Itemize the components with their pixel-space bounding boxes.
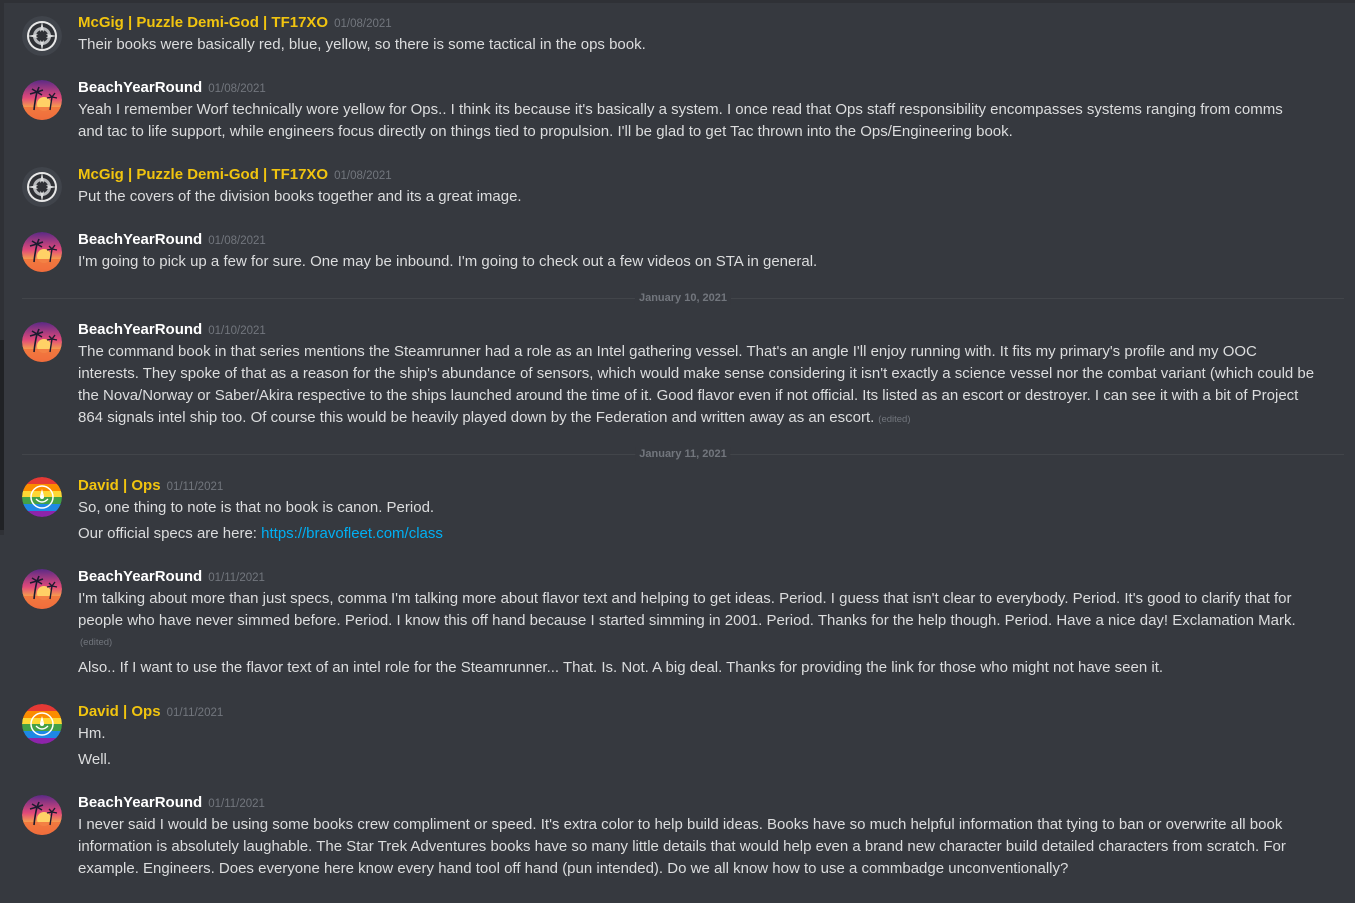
- scrollbar-track[interactable]: [0, 0, 4, 535]
- edited-line: (edited): [78, 634, 1328, 650]
- chat-messages-pane[interactable]: McGig | Puzzle Demi-God | TF17XO 01/08/20…: [0, 0, 1355, 903]
- message-text: Hm.: [78, 725, 106, 742]
- username[interactable]: BeachYearRound: [78, 568, 202, 585]
- username[interactable]: McGig | Puzzle Demi-God | TF17XO: [78, 166, 328, 183]
- edited-marker: (edited): [80, 637, 113, 648]
- message-text: Their books were basically red, blue, ye…: [78, 36, 646, 53]
- timestamp[interactable]: 01/11/2021: [167, 707, 224, 719]
- date-divider-label: January 10, 2021: [634, 291, 732, 305]
- message-header: BeachYearRound 01/08/2021: [78, 229, 266, 251]
- message-text-with-link: Our official specs are here: https://bra…: [78, 523, 1328, 545]
- message-text: and tac to life support, while engineers…: [78, 123, 1013, 140]
- sunset-palm-avatar[interactable]: [22, 80, 62, 120]
- message-header: BeachYearRound 01/10/2021: [78, 319, 266, 341]
- timestamp[interactable]: 01/11/2021: [208, 572, 265, 584]
- timestamp[interactable]: 01/08/2021: [334, 170, 392, 182]
- message-text: example. Engineers. Does everyone here k…: [78, 860, 1069, 877]
- message-text: Well.: [78, 751, 112, 768]
- sunset-palm-avatar[interactable]: [22, 569, 62, 609]
- message-text: interests. They spoke of that as a reaso…: [78, 365, 1315, 382]
- username[interactable]: BeachYearRound: [78, 231, 202, 248]
- compass-avatar[interactable]: [22, 16, 62, 56]
- message-header: David | Ops 01/11/2021: [78, 475, 223, 497]
- compass-avatar[interactable]: [22, 167, 62, 207]
- message-text: people who have never simmed before. Per…: [78, 612, 1296, 629]
- specs-link[interactable]: https://bravofleet.com/class: [261, 525, 443, 542]
- message-header: McGig | Puzzle Demi-God | TF17XO 01/08/20…: [78, 164, 392, 186]
- username[interactable]: David | Ops: [78, 703, 161, 720]
- timestamp[interactable]: 01/08/2021: [208, 83, 266, 95]
- message-text: Put the covers of the division books tog…: [78, 188, 522, 205]
- message-text: I'm going to pick up a few for sure. One…: [78, 253, 818, 270]
- message-text: The command book in that series mentions…: [78, 343, 1257, 360]
- timestamp[interactable]: 01/10/2021: [208, 325, 266, 337]
- message-header: McGig | Puzzle Demi-God | TF17XO 01/08/20…: [78, 12, 392, 34]
- timestamp[interactable]: 01/08/2021: [208, 235, 266, 247]
- timestamp[interactable]: 01/08/2021: [334, 18, 392, 30]
- message-text: the Nova/Norway or Saber/Akira respectiv…: [78, 387, 1299, 404]
- username[interactable]: BeachYearRound: [78, 321, 202, 338]
- message-text: I'm talking about more than just specs, …: [78, 590, 1292, 607]
- timestamp[interactable]: 01/11/2021: [167, 481, 224, 493]
- sunset-palm-avatar[interactable]: [22, 232, 62, 272]
- message-header: BeachYearRound 01/08/2021: [78, 77, 266, 99]
- date-divider-label: January 11, 2021: [635, 447, 731, 461]
- message-text: information is absolutely laughable. The…: [78, 838, 1286, 855]
- message-header: David | Ops 01/11/2021: [78, 701, 223, 723]
- message-text: So, one thing to note is that no book is…: [78, 499, 435, 516]
- date-divider: January 11, 2021: [22, 447, 1344, 461]
- rainbow-emblem-avatar[interactable]: [22, 477, 62, 517]
- scrollbar-thumb[interactable]: [0, 340, 4, 530]
- rainbow-emblem-avatar[interactable]: [22, 704, 62, 744]
- timestamp[interactable]: 01/11/2021: [208, 798, 265, 810]
- username[interactable]: BeachYearRound: [78, 79, 202, 96]
- top-border: [0, 0, 1355, 3]
- sunset-palm-avatar[interactable]: [22, 322, 62, 362]
- message-text: Yeah I remember Worf technically wore ye…: [78, 101, 1283, 118]
- message-text: 864 signals intel ship too. Of course th…: [78, 409, 875, 426]
- message-header: BeachYearRound 01/11/2021: [78, 566, 265, 588]
- date-divider: January 10, 2021: [22, 291, 1344, 305]
- sunset-palm-avatar[interactable]: [22, 795, 62, 835]
- username[interactable]: BeachYearRound: [78, 794, 202, 811]
- message-text: Also.. If I want to use the flavor text …: [78, 659, 1164, 676]
- message-text-with-edited: 864 signals intel ship too. Of course th…: [78, 407, 1328, 431]
- username[interactable]: McGig | Puzzle Demi-God | TF17XO: [78, 14, 328, 31]
- message-text: I never said I would be using some books…: [78, 816, 1283, 833]
- message-header: BeachYearRound 01/11/2021: [78, 792, 265, 814]
- username[interactable]: David | Ops: [78, 477, 161, 494]
- message-text: Our official specs are here:: [78, 525, 262, 542]
- edited-marker: (edited): [878, 414, 911, 425]
